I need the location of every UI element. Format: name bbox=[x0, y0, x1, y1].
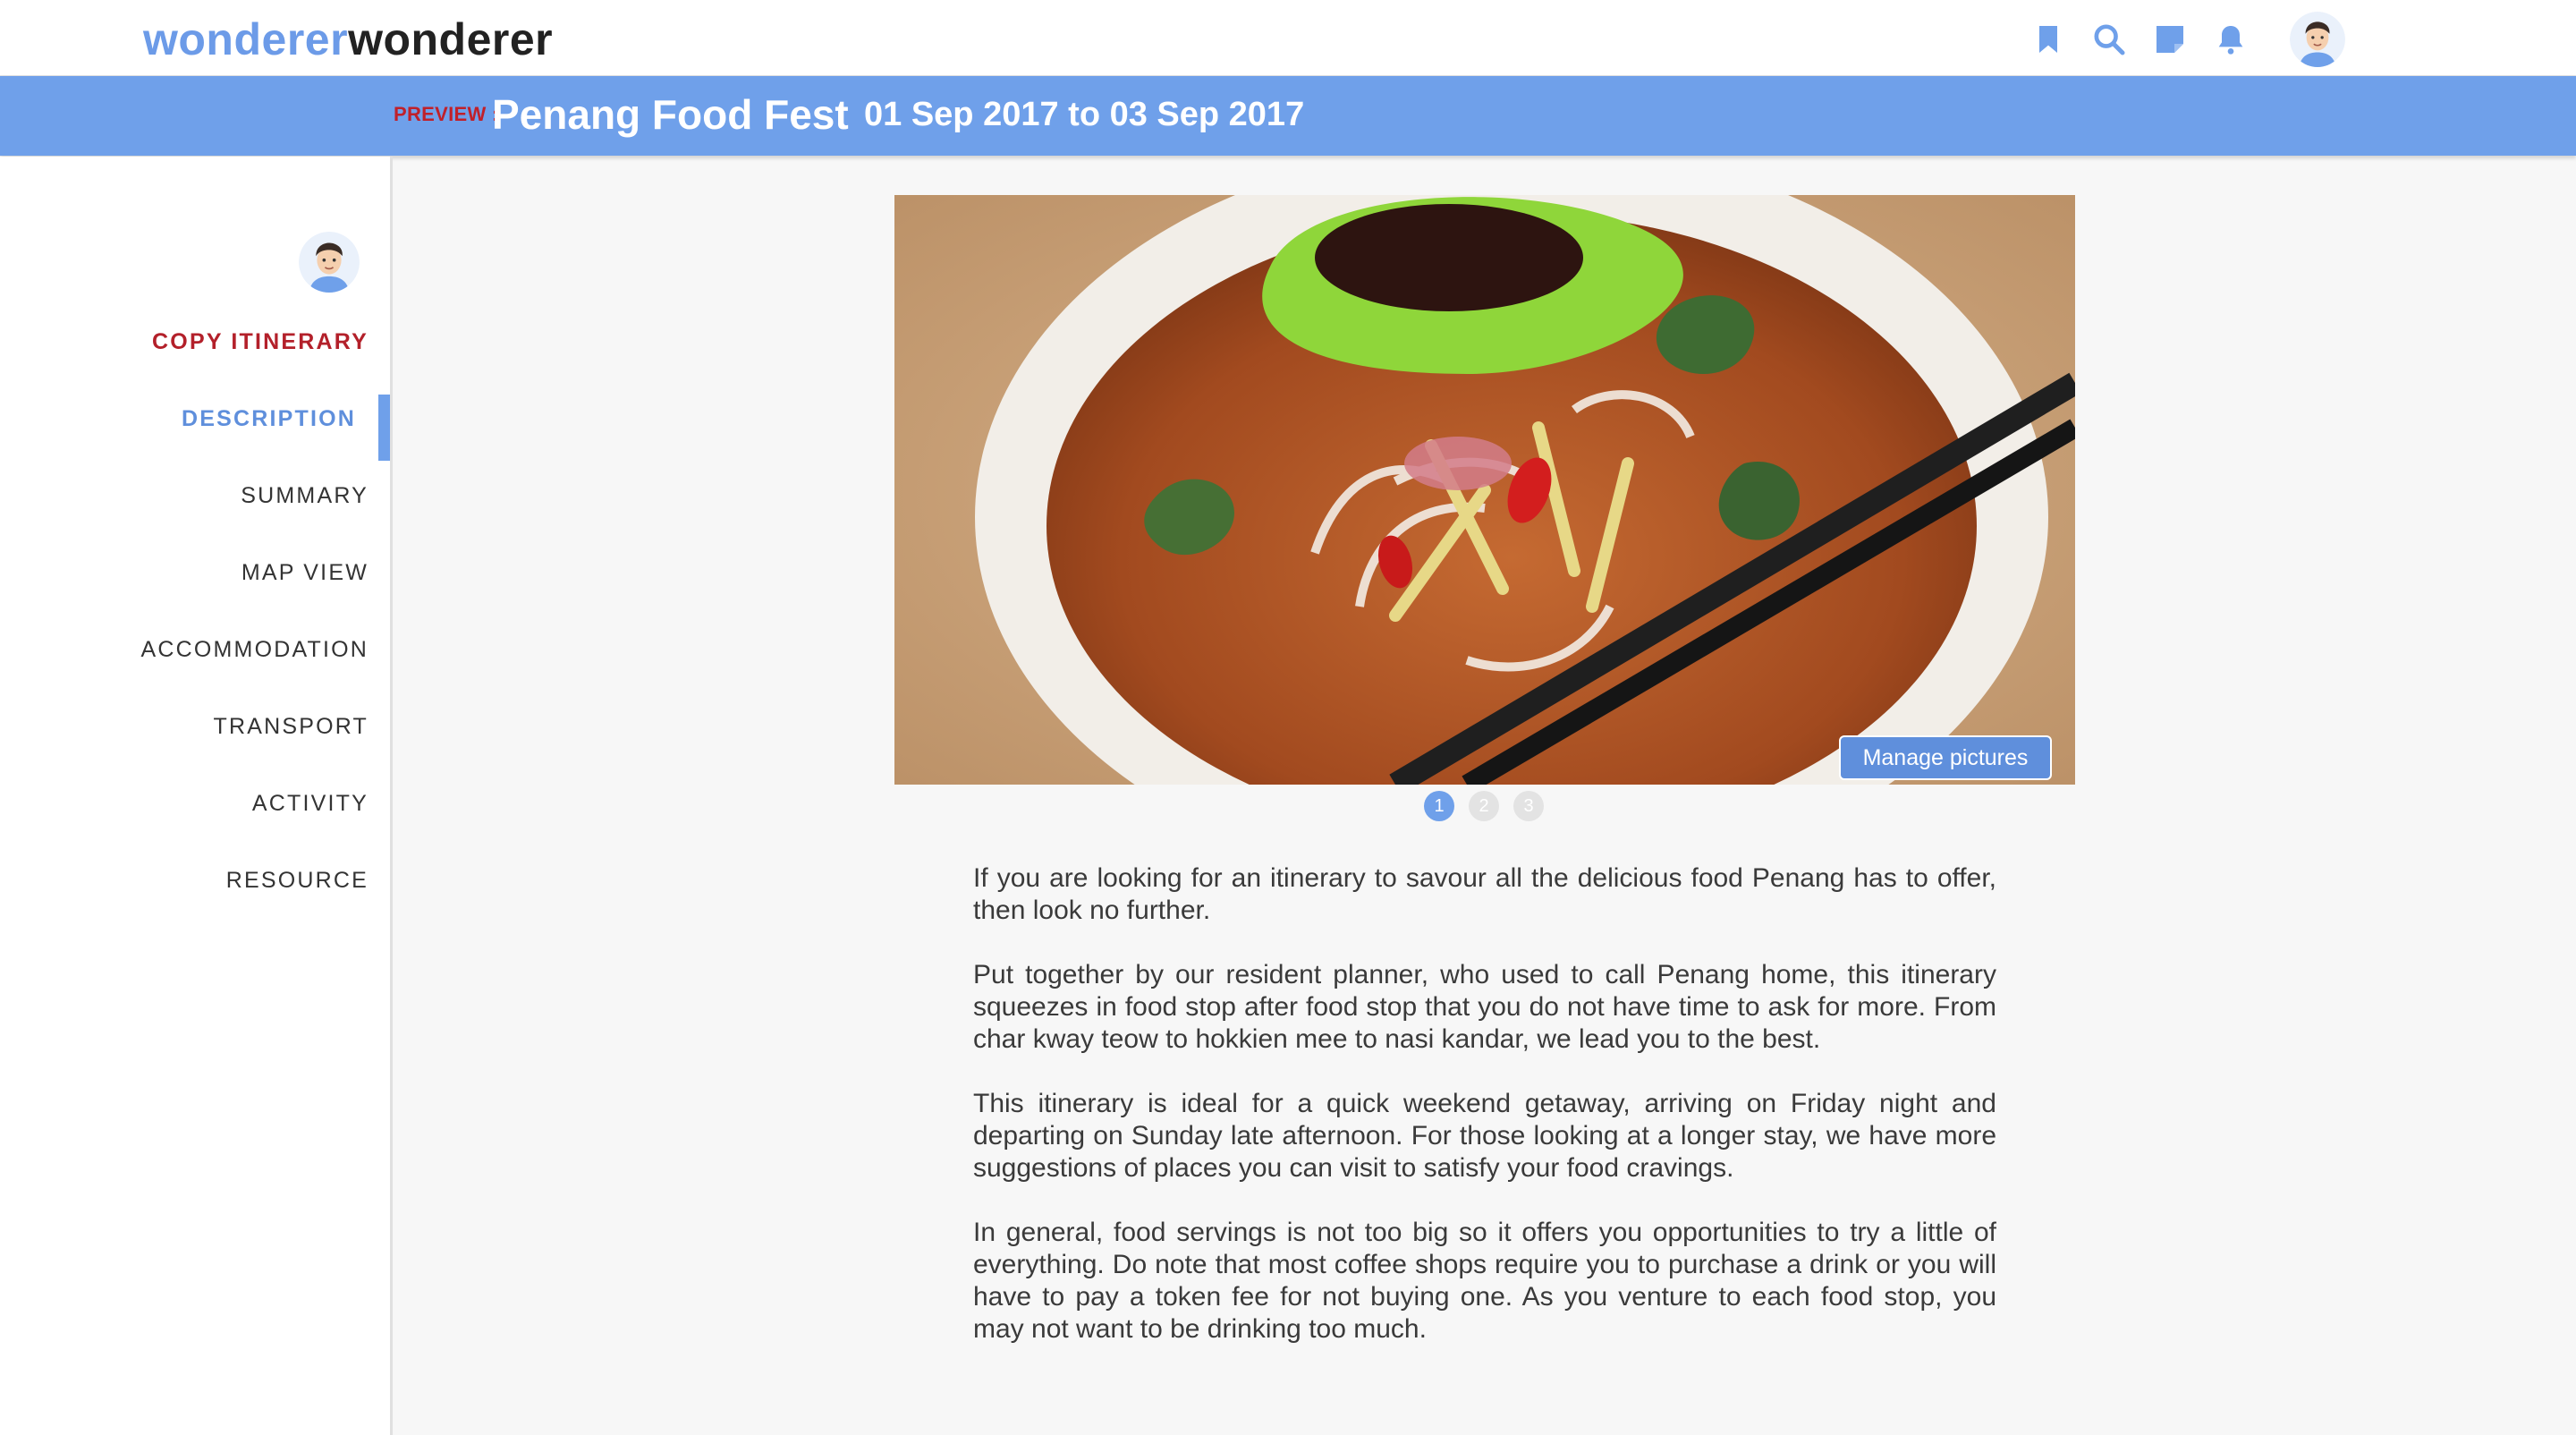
food-photo-illustration bbox=[894, 195, 2075, 785]
bookmark-icon[interactable] bbox=[2023, 14, 2073, 64]
bell-icon[interactable] bbox=[2206, 14, 2256, 64]
gallery-pagination: 1 2 3 bbox=[1424, 791, 1558, 821]
sidebar-item-copy-itinerary[interactable]: COPY ITINERARY bbox=[140, 328, 369, 405]
sidebar-item-label: DESCRIPTION bbox=[181, 406, 356, 431]
logo-part-b: wonderer bbox=[348, 14, 554, 64]
sidebar-nav: COPY ITINERARY DESCRIPTION SUMMARY MAP V… bbox=[140, 328, 369, 944]
sidebar-item-label: ACTIVITY bbox=[251, 791, 369, 816]
sidebar-item-label: ACCOMMODATION bbox=[140, 637, 369, 662]
itinerary-dates: 01 Sep 2017 to 03 Sep 2017 bbox=[864, 96, 1305, 133]
preview-label: PREVIEW : bbox=[394, 103, 499, 125]
note-icon[interactable] bbox=[2145, 14, 2195, 64]
search-icon[interactable] bbox=[2084, 14, 2134, 64]
sidebar: COPY ITINERARY DESCRIPTION SUMMARY MAP V… bbox=[0, 157, 393, 1435]
sidebar-item-accommodation[interactable]: ACCOMMODATION bbox=[140, 636, 369, 713]
sidebar-item-description[interactable]: DESCRIPTION bbox=[140, 405, 369, 482]
app-logo[interactable]: wondererwonderer bbox=[143, 13, 553, 66]
itinerary-description: If you are looking for an itinerary to s… bbox=[973, 862, 1996, 1378]
logo-part-a: wonderer bbox=[143, 14, 349, 64]
gallery-page-dot[interactable]: 1 bbox=[1424, 791, 1454, 821]
description-paragraph: In general, food servings is not too big… bbox=[973, 1218, 1996, 1344]
sidebar-item-resource[interactable]: RESOURCE bbox=[140, 867, 369, 944]
active-nav-indicator bbox=[378, 395, 390, 461]
itinerary-photo: Manage pictures bbox=[894, 195, 2075, 785]
itinerary-header: PREVIEW : Penang Food Fest 01 Sep 2017 t… bbox=[0, 76, 2576, 156]
description-paragraph: Put together by our resident planner, wh… bbox=[973, 960, 1996, 1054]
gallery-page-dot[interactable]: 2 bbox=[1469, 791, 1499, 821]
sidebar-item-label: SUMMARY bbox=[241, 483, 369, 508]
sidebar-item-label: RESOURCE bbox=[225, 868, 369, 893]
top-navbar: wondererwonderer bbox=[0, 0, 2576, 76]
sidebar-item-transport[interactable]: TRANSPORT bbox=[140, 713, 369, 790]
itinerary-title: Penang Food Fest bbox=[492, 91, 849, 138]
sidebar-item-label: MAP VIEW bbox=[241, 560, 369, 585]
user-avatar[interactable] bbox=[2290, 12, 2345, 67]
sidebar-item-label: TRANSPORT bbox=[213, 714, 369, 739]
top-icon-group bbox=[2012, 12, 2345, 67]
description-paragraph: If you are looking for an itinerary to s… bbox=[973, 863, 1996, 925]
sidebar-item-summary[interactable]: SUMMARY bbox=[140, 482, 369, 559]
sidebar-item-map-view[interactable]: MAP VIEW bbox=[140, 559, 369, 636]
gallery-page-dot[interactable]: 3 bbox=[1513, 791, 1544, 821]
sidebar-item-label: COPY ITINERARY bbox=[152, 329, 369, 354]
manage-pictures-button[interactable]: Manage pictures bbox=[1839, 735, 2052, 780]
description-paragraph: This itinerary is ideal for a quick week… bbox=[973, 1089, 1996, 1183]
author-avatar[interactable] bbox=[299, 232, 360, 293]
sidebar-item-activity[interactable]: ACTIVITY bbox=[140, 790, 369, 867]
